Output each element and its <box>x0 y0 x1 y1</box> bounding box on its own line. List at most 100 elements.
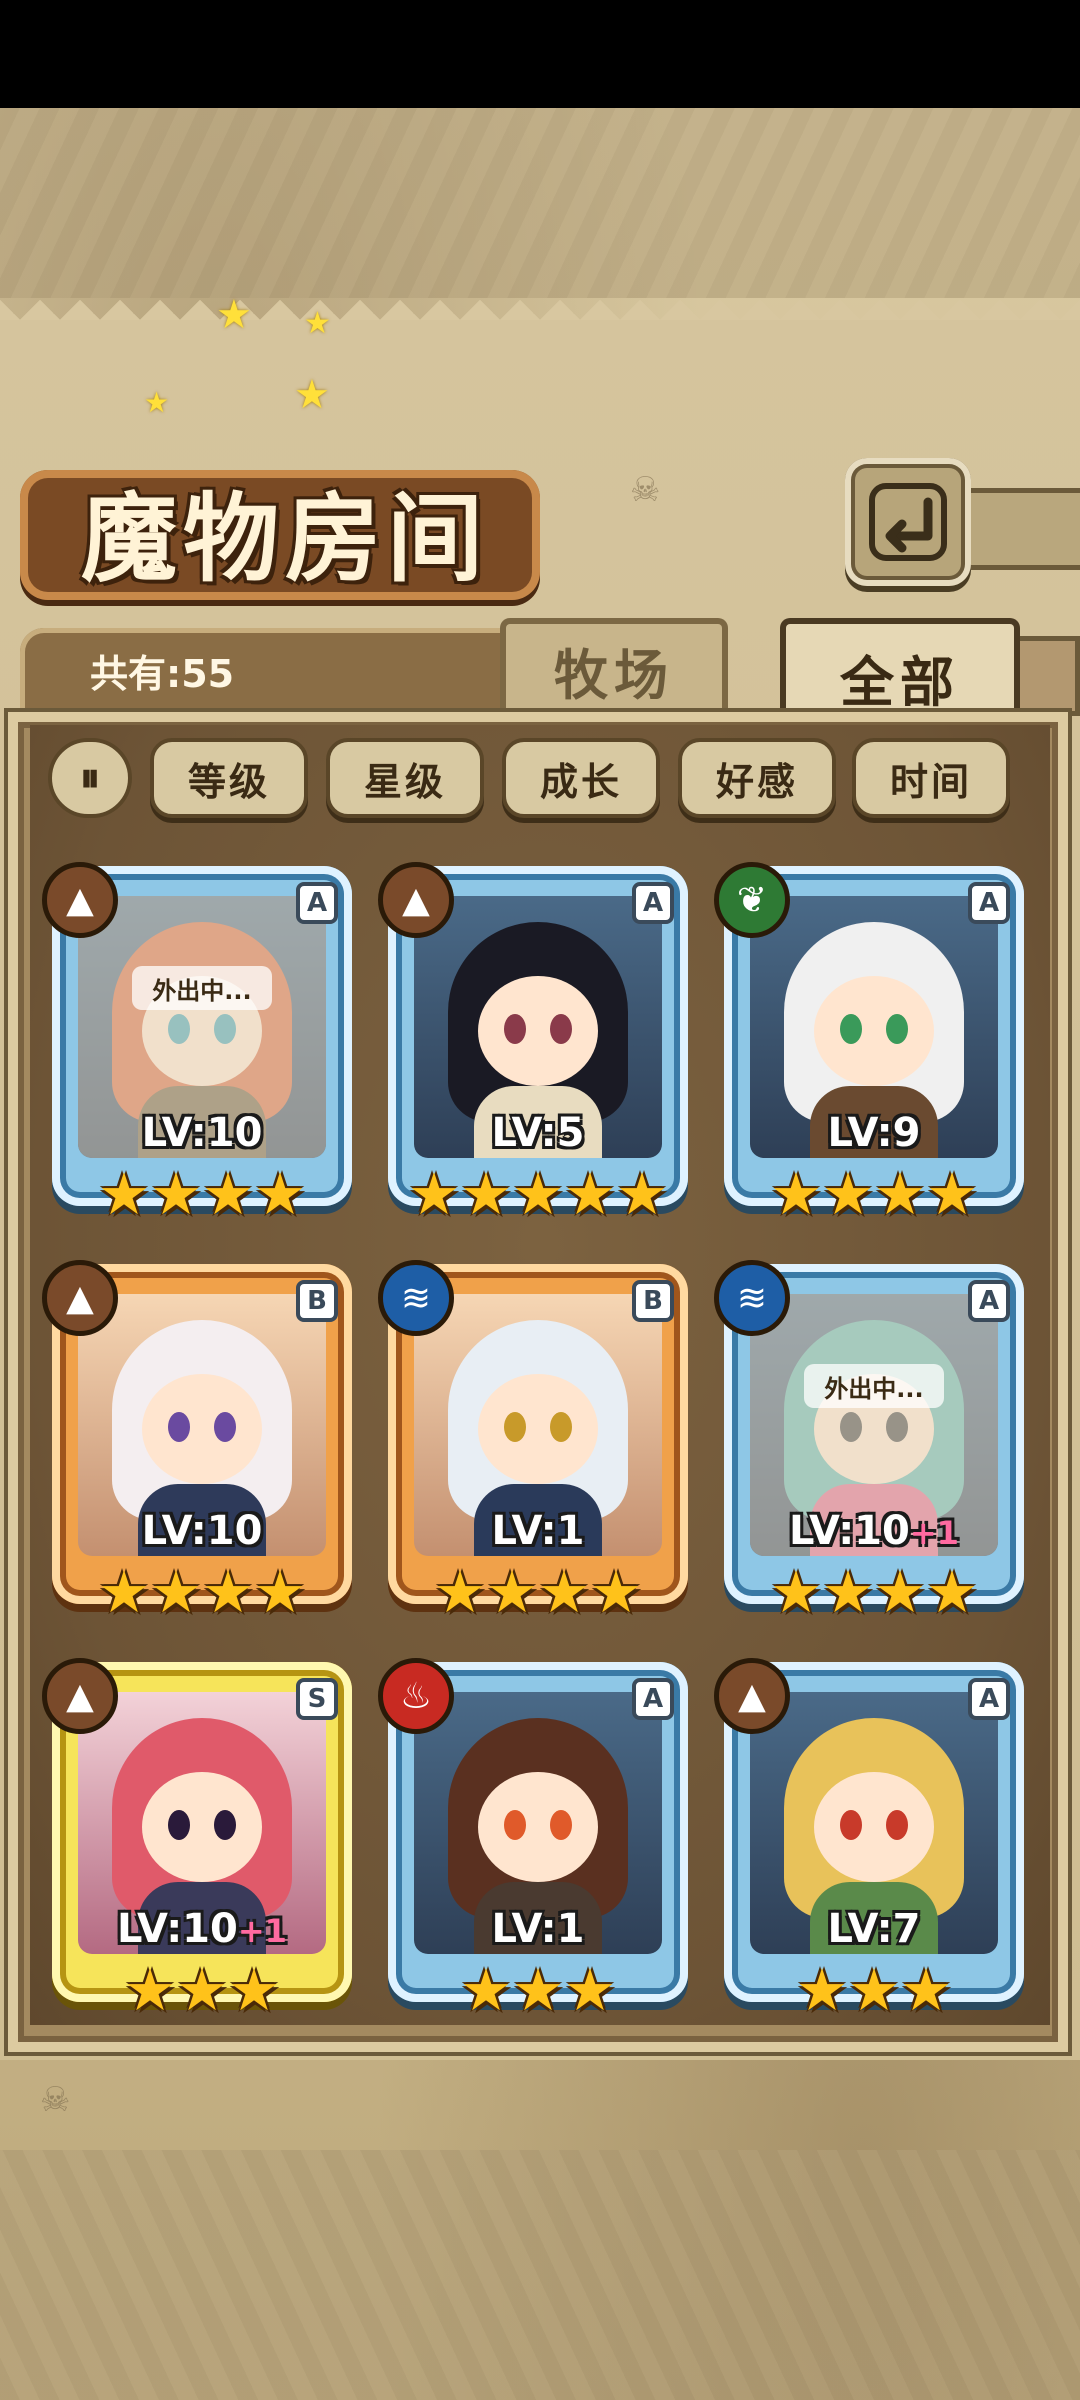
monster-card[interactable]: ▲ A LV:5 ★ ★ ★ ★ ★ <box>378 862 688 1228</box>
star-icon: ★ <box>770 1160 822 1228</box>
portrait-eye <box>550 1014 572 1044</box>
portrait-eye <box>504 1412 526 1442</box>
level-label: LV:10+1 <box>52 1906 352 1952</box>
level-bonus: +1 <box>909 1514 959 1552</box>
star-icon: ★ <box>98 1558 150 1626</box>
sort-by-time-button[interactable]: 时间 <box>852 738 1010 818</box>
star-icon: ★ <box>564 1160 616 1228</box>
star-icon: ★ <box>822 1160 874 1228</box>
star-icon: ★ <box>408 1160 460 1228</box>
star-icon: ★ <box>176 1956 228 2024</box>
star-icon: ★ <box>228 1956 280 2024</box>
skull-map-icon: ☠ <box>40 2080 71 2120</box>
level-label: LV:10 <box>52 1508 352 1554</box>
level-label: LV:10+1 <box>724 1508 1024 1554</box>
monster-card[interactable]: ▲ A LV:7 ★ ★ ★ <box>714 1658 1024 2024</box>
portrait-face <box>814 1772 934 1882</box>
star-icon: ★ <box>538 1558 590 1626</box>
star-icon: ★ <box>926 1558 978 1626</box>
sort-by-level-button[interactable]: 等级 <box>150 738 308 818</box>
sparkle-star-icon: ★ <box>144 386 170 419</box>
star-icon: ★ <box>460 1160 512 1228</box>
away-status-label: 外出中... <box>132 966 272 1010</box>
earth-element-icon: ▲ <box>714 1658 790 1734</box>
status-bar <box>0 0 1080 108</box>
portrait-eye <box>550 1412 572 1442</box>
earth-element-icon: ▲ <box>378 862 454 938</box>
level-value: LV:9 <box>827 1110 921 1156</box>
star-icon: ★ <box>98 1160 150 1228</box>
level-label: LV:1 <box>388 1508 688 1554</box>
sparkle-star-icon: ★ <box>216 292 252 338</box>
back-button[interactable] <box>845 458 971 586</box>
star-icon: ★ <box>822 1558 874 1626</box>
monster-card[interactable]: ≋ B LV:1 ★ ★ ★ ★ <box>378 1260 688 1624</box>
tab-rail <box>1020 636 1080 716</box>
page-title: 魔物房间 <box>81 481 489 595</box>
level-label: LV:7 <box>724 1906 1024 1952</box>
tab-pasture[interactable]: 牧场 <box>500 618 728 716</box>
rank-badge: A <box>968 882 1010 924</box>
sort-by-star-button[interactable]: 星级 <box>326 738 484 818</box>
portrait-eye <box>886 1014 908 1044</box>
star-rating: ★ ★ ★ ★ <box>52 1162 352 1226</box>
star-icon: ★ <box>512 1956 564 2024</box>
star-icon: ★ <box>202 1160 254 1228</box>
portrait-face <box>478 1772 598 1882</box>
earth-element-icon: ▲ <box>42 1658 118 1734</box>
rank-badge: A <box>968 1678 1010 1720</box>
rank-badge: A <box>632 1678 674 1720</box>
monster-card[interactable]: ▲ S LV:10+1 ★ ★ ★ <box>42 1658 352 2024</box>
level-label: LV:9 <box>724 1110 1024 1156</box>
level-value: LV:10 <box>141 1110 263 1156</box>
level-label: LV:1 <box>388 1906 688 1952</box>
sort-by-affection-button[interactable]: 好感 <box>678 738 836 818</box>
level-label: LV:10 <box>52 1110 352 1156</box>
map-top-border <box>0 108 1080 298</box>
level-value: LV:5 <box>491 1110 585 1156</box>
portrait-eye <box>840 1810 862 1840</box>
level-value: LV:1 <box>491 1508 585 1554</box>
monster-card[interactable]: 外出中... ≋ A LV:10+1 ★ ★ ★ ★ <box>714 1260 1024 1626</box>
star-icon: ★ <box>900 1956 952 2024</box>
rank-badge: A <box>632 882 674 924</box>
star-icon: ★ <box>486 1558 538 1626</box>
star-icon: ★ <box>150 1558 202 1626</box>
level-value: LV:10 <box>117 1906 238 1952</box>
fire-element-icon: ♨ <box>378 1658 454 1734</box>
monster-card[interactable]: ▲ B LV:10 ★ ★ ★ ★ <box>42 1260 352 1626</box>
monster-count: 共有:55 <box>90 652 235 696</box>
rank-badge: B <box>296 1280 338 1322</box>
return-arrow-icon <box>869 483 947 561</box>
level-value: LV:10 <box>141 1508 263 1554</box>
water-element-icon: ≋ <box>378 1260 454 1336</box>
map-bottom-border <box>0 2150 1080 2400</box>
star-icon: ★ <box>926 1160 978 1228</box>
pause-toggle-icon: ⏸ <box>80 755 100 801</box>
level-value: LV:7 <box>827 1906 921 1952</box>
sort-order-toggle-button[interactable]: ⏸ <box>48 738 132 818</box>
portrait-face <box>142 1374 262 1484</box>
level-bonus: +1 <box>237 1912 287 1950</box>
star-icon: ★ <box>590 1558 642 1626</box>
rank-badge: B <box>632 1280 674 1322</box>
rank-badge: A <box>968 1280 1010 1322</box>
portrait-eye <box>504 1014 526 1044</box>
monster-card[interactable]: ❦ A LV:9 ★ ★ ★ ★ <box>714 862 1024 1226</box>
star-icon: ★ <box>434 1558 486 1626</box>
portrait-eye <box>168 1412 190 1442</box>
away-status-label: 外出中... <box>804 1364 944 1408</box>
portrait-eye <box>168 1810 190 1840</box>
monster-card[interactable]: ♨ A LV:1 ★ ★ ★ <box>378 1658 688 2024</box>
star-rating: ★ ★ ★ ★ <box>388 1560 688 1624</box>
sort-by-growth-button[interactable]: 成长 <box>502 738 660 818</box>
star-icon: ★ <box>254 1160 306 1228</box>
portrait-eye <box>886 1810 908 1840</box>
star-icon: ★ <box>512 1160 564 1228</box>
star-icon: ★ <box>460 1956 512 2024</box>
monster-card[interactable]: 外出中... ▲ A LV:10 ★ ★ ★ ★ <box>42 862 352 1226</box>
portrait-eye <box>504 1810 526 1840</box>
star-rating: ★ ★ ★ ★ <box>724 1162 1024 1226</box>
star-icon: ★ <box>796 1956 848 2024</box>
rank-badge: A <box>296 882 338 924</box>
